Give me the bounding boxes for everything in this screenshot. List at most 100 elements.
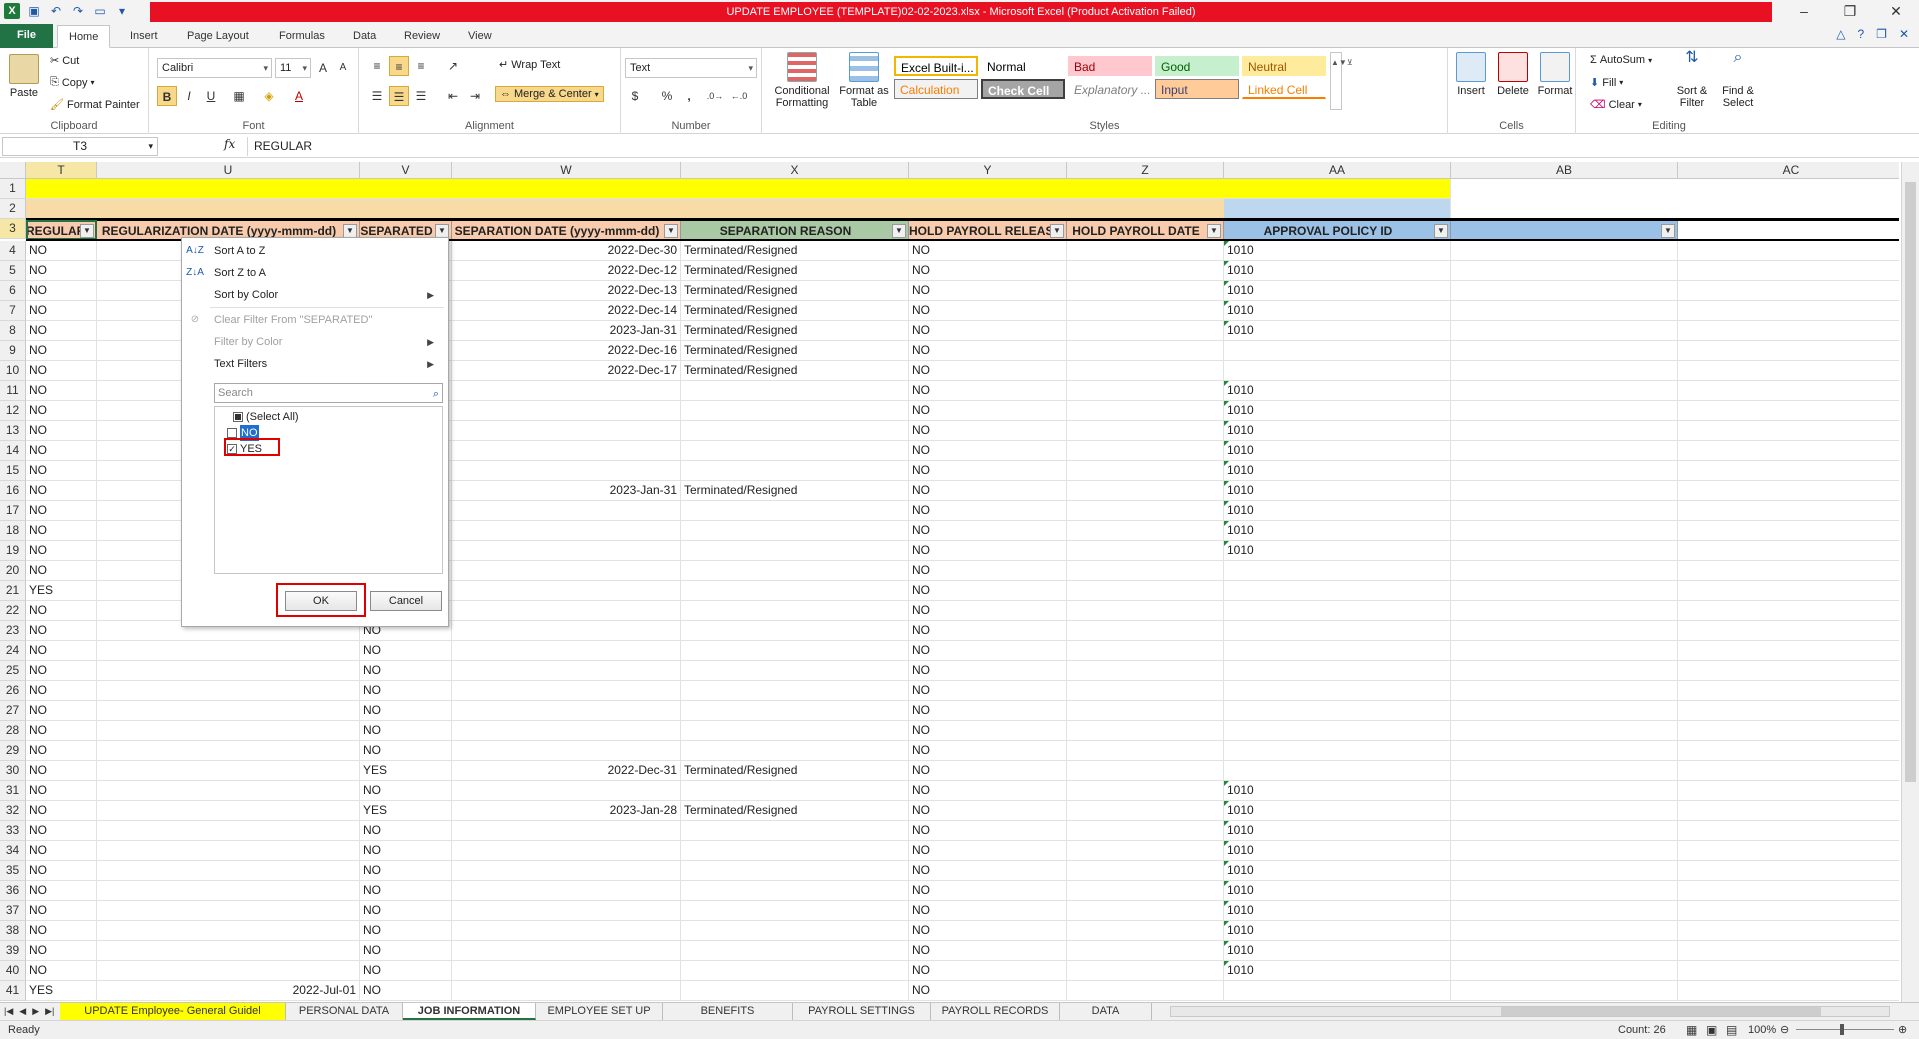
table-cell-w[interactable]	[452, 841, 681, 861]
filter-search-input[interactable]: Search ⌕	[214, 383, 443, 403]
customize-qat-icon[interactable]: ▾	[114, 3, 130, 19]
table-cell-y[interactable]: NO	[909, 261, 1067, 281]
table-cell-x[interactable]	[681, 921, 909, 941]
table-cell-v[interactable]: NO	[360, 941, 452, 961]
number-format-combo[interactable]: Text	[625, 58, 757, 78]
row-header[interactable]: 10	[0, 361, 26, 381]
table-cell-w[interactable]	[452, 781, 681, 801]
table-cell-x[interactable]	[681, 461, 909, 481]
insert-function-icon[interactable]: fx	[224, 137, 235, 151]
table-cell-ab[interactable]	[1451, 761, 1678, 781]
table-cell-x[interactable]: Terminated/Resigned	[681, 281, 909, 301]
paste-button[interactable]: Paste	[6, 54, 42, 99]
table-cell-ab[interactable]	[1451, 501, 1678, 521]
table-cell-z[interactable]	[1067, 681, 1224, 701]
table-cell-v[interactable]: NO	[360, 861, 452, 881]
table-cell-x[interactable]	[681, 541, 909, 561]
table-cell-v[interactable]: NO	[360, 781, 452, 801]
checkbox-partial-icon[interactable]	[233, 412, 243, 422]
row-header[interactable]: 14	[0, 441, 26, 461]
table-cell-t[interactable]: NO	[26, 781, 97, 801]
table-cell-ac[interactable]	[1678, 241, 1899, 261]
sheet-tab[interactable]: PAYROLL RECORDS	[931, 1003, 1060, 1020]
row-header[interactable]: 15	[0, 461, 26, 481]
fill-color-icon[interactable]: ◈	[259, 86, 279, 106]
align-left-icon[interactable]: ☰	[367, 86, 387, 106]
table-cell-u[interactable]	[97, 841, 360, 861]
row-header[interactable]: 4	[0, 241, 26, 261]
table-cell-t[interactable]: NO	[26, 701, 97, 721]
table-cell-t[interactable]: NO	[26, 961, 97, 981]
borders-icon[interactable]: ▦	[229, 86, 249, 106]
table-cell-u[interactable]	[97, 721, 360, 741]
table-cell-aa[interactable]: 1010	[1224, 941, 1451, 961]
table-cell-y[interactable]: NO	[909, 581, 1067, 601]
table-cell-u[interactable]	[97, 801, 360, 821]
cell-style-swatch[interactable]: Linked Cell	[1242, 79, 1326, 99]
row-header[interactable]: 23	[0, 621, 26, 641]
column-header-w[interactable]: W	[452, 162, 681, 179]
select-all-corner[interactable]	[0, 162, 26, 179]
table-cell-w[interactable]	[452, 941, 681, 961]
cell-style-swatch[interactable]: Neutral	[1242, 56, 1326, 76]
table-cell-t[interactable]: NO	[26, 621, 97, 641]
table-cell-ac[interactable]	[1678, 701, 1899, 721]
table-cell-ab[interactable]	[1451, 621, 1678, 641]
table-cell-u[interactable]	[97, 661, 360, 681]
sheet-tab[interactable]: BENEFITS PACKAGE	[663, 1003, 793, 1034]
table-cell-aa[interactable]: 1010	[1224, 421, 1451, 441]
tab-formulas[interactable]: Formulas	[268, 25, 336, 48]
table-cell-w[interactable]: 2022-Dec-30	[452, 241, 681, 261]
table-cell-ac[interactable]	[1678, 621, 1899, 641]
filter-dropdown-icon[interactable]: ▼	[1050, 224, 1064, 238]
table-cell-z[interactable]	[1067, 861, 1224, 881]
clear-filter-item[interactable]: Clear Filter From "SEPARATED"	[214, 310, 372, 330]
table-cell-w[interactable]	[452, 681, 681, 701]
table-cell-ab[interactable]	[1451, 681, 1678, 701]
table-cell-z[interactable]	[1067, 821, 1224, 841]
table-cell-w[interactable]: 2022-Dec-17	[452, 361, 681, 381]
table-cell-aa[interactable]	[1224, 561, 1451, 581]
table-cell-t[interactable]: NO	[26, 401, 97, 421]
first-sheet-icon[interactable]: |◀	[4, 1003, 13, 1020]
bold-button[interactable]: B	[157, 86, 177, 106]
cell-style-swatch[interactable]: Normal	[981, 56, 1065, 76]
zoom-level[interactable]: 100%	[1748, 1021, 1776, 1039]
table-cell-aa[interactable]: 1010	[1224, 281, 1451, 301]
table-cell-t[interactable]: NO	[26, 801, 97, 821]
table-cell-x[interactable]: Terminated/Resigned	[681, 241, 909, 261]
table-cell-ac[interactable]	[1678, 401, 1899, 421]
table-cell-z[interactable]	[1067, 241, 1224, 261]
restore-workbook-icon[interactable]: ❐	[1876, 27, 1887, 41]
table-cell-w[interactable]	[452, 561, 681, 581]
table-cell-z[interactable]	[1067, 881, 1224, 901]
filter-dropdown-icon[interactable]: ▼	[1434, 224, 1448, 238]
vertical-scrollbar[interactable]	[1901, 162, 1919, 1002]
row-header[interactable]: 27	[0, 701, 26, 721]
cut-button[interactable]: ✂ Cut	[50, 54, 79, 68]
table-cell-aa[interactable]: 1010	[1224, 401, 1451, 421]
table-cell-ab[interactable]	[1451, 841, 1678, 861]
table-cell-y[interactable]: NO	[909, 741, 1067, 761]
table-cell-aa[interactable]	[1224, 641, 1451, 661]
table-cell-y[interactable]: NO	[909, 761, 1067, 781]
increase-decimal-icon[interactable]: .0→	[705, 86, 725, 106]
table-cell-w[interactable]	[452, 961, 681, 981]
table-cell-x[interactable]	[681, 661, 909, 681]
table-cell-x[interactable]	[681, 941, 909, 961]
column-header-z[interactable]: Z	[1067, 162, 1224, 179]
table-cell-u[interactable]	[97, 881, 360, 901]
tab-view[interactable]: View	[457, 25, 503, 48]
table-cell-ab[interactable]	[1451, 701, 1678, 721]
table-cell-ac[interactable]	[1678, 881, 1899, 901]
table-cell-aa[interactable]: 1010	[1224, 481, 1451, 501]
cell-style-swatch[interactable]: Calculation	[894, 79, 978, 99]
table-cell-ab[interactable]	[1451, 861, 1678, 881]
filter-dropdown-icon[interactable]: ▼	[435, 224, 449, 238]
font-name-combo[interactable]: Calibri	[157, 58, 272, 78]
table-cell-ac[interactable]	[1678, 421, 1899, 441]
cell-style-swatch[interactable]: Check Cell	[981, 79, 1065, 99]
table-cell-ab[interactable]	[1451, 301, 1678, 321]
filter-dropdown-icon[interactable]: ▼	[892, 224, 906, 238]
table-cell-y[interactable]: NO	[909, 541, 1067, 561]
